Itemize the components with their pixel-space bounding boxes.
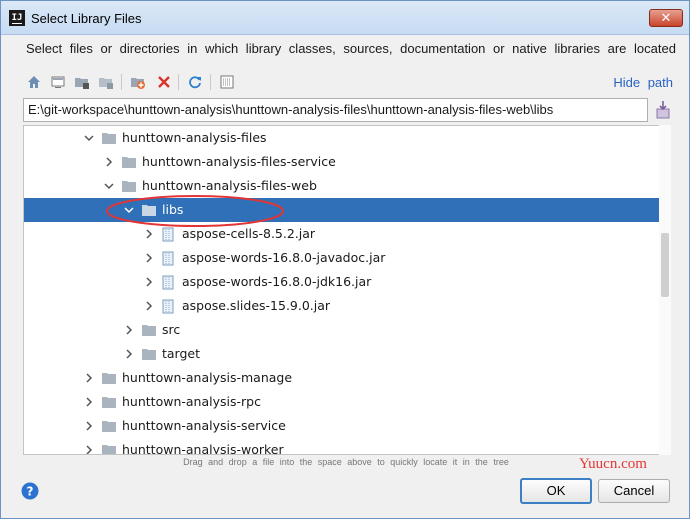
dialog-description: Select files or directories in which lib… bbox=[26, 41, 676, 56]
intellij-app-icon: IJ bbox=[9, 10, 25, 26]
tree-row-label: aspose-words-16.8.0-javadoc.jar bbox=[182, 250, 386, 265]
toolbar: Hide path bbox=[23, 71, 673, 95]
chevron-right-icon[interactable] bbox=[84, 372, 94, 384]
tree-row-jar[interactable]: aspose-words-16.8.0-javadoc.jar bbox=[24, 246, 670, 270]
dialog-window: IJ Select Library Files ✕ Select files o… bbox=[0, 0, 690, 519]
tree-row-label: hunttown-analysis-service bbox=[122, 418, 286, 433]
tree-scrollbar-thumb[interactable] bbox=[661, 233, 669, 297]
chevron-right-icon[interactable] bbox=[84, 396, 94, 408]
folder-icon bbox=[102, 397, 116, 408]
tree-row-jar[interactable]: aspose.slides-15.9.0.jar bbox=[24, 294, 670, 318]
tree-row-folder[interactable]: target bbox=[24, 342, 670, 366]
delete-icon[interactable] bbox=[155, 73, 173, 91]
chevron-right-icon[interactable] bbox=[104, 156, 114, 168]
chevron-right-icon[interactable] bbox=[124, 324, 134, 336]
jar-file-icon bbox=[162, 275, 174, 290]
chevron-right-icon[interactable] bbox=[144, 276, 154, 288]
annotation-ellipse bbox=[106, 195, 284, 227]
show-hidden-icon[interactable] bbox=[218, 73, 236, 91]
help-icon[interactable]: ? bbox=[21, 482, 39, 500]
tree-row-label: hunttown-analysis-files-service bbox=[142, 154, 336, 169]
refresh-icon[interactable] bbox=[186, 73, 204, 91]
tree-row-folder[interactable]: hunttown-analysis-rpc bbox=[24, 390, 670, 414]
tree-row-label: src bbox=[162, 322, 181, 337]
folder-icon bbox=[122, 181, 136, 192]
title-bar[interactable]: IJ Select Library Files ✕ bbox=[1, 1, 689, 35]
folder-icon bbox=[142, 325, 156, 336]
desktop-icon[interactable] bbox=[49, 73, 67, 91]
tree-row-folder[interactable]: src bbox=[24, 318, 670, 342]
chevron-right-icon[interactable] bbox=[144, 252, 154, 264]
folder-icon bbox=[122, 157, 136, 168]
ok-button[interactable]: OK bbox=[520, 478, 592, 504]
jar-file-icon bbox=[162, 299, 174, 314]
tree-row-folder[interactable]: hunttown-analysis-worker bbox=[24, 438, 670, 455]
chevron-right-icon[interactable] bbox=[84, 444, 94, 455]
help-glyph: ? bbox=[27, 485, 34, 499]
folder-icon bbox=[102, 421, 116, 432]
chevron-down-icon[interactable] bbox=[84, 132, 94, 144]
folder-icon bbox=[102, 445, 116, 454]
tree-row-label: target bbox=[162, 346, 201, 361]
folder-icon bbox=[102, 133, 116, 144]
file-tree[interactable]: hunttown-analysis-files hunttown-analysis… bbox=[23, 125, 671, 455]
tree-row-label: hunttown-analysis-rpc bbox=[122, 394, 261, 409]
chevron-right-icon[interactable] bbox=[144, 228, 154, 240]
hide-path-link[interactable]: Hide path bbox=[613, 75, 673, 90]
tree-row-label: aspose-words-16.8.0-jdk16.jar bbox=[182, 274, 372, 289]
chevron-right-icon[interactable] bbox=[124, 348, 134, 360]
tree-row-folder[interactable]: hunttown-analysis-files bbox=[24, 126, 670, 150]
jar-file-icon bbox=[162, 251, 174, 266]
module-icon[interactable] bbox=[97, 73, 115, 91]
new-folder-icon[interactable] bbox=[129, 73, 147, 91]
close-button[interactable]: ✕ bbox=[649, 9, 683, 27]
home-icon[interactable] bbox=[25, 73, 43, 91]
tree-row-jar[interactable]: aspose-words-16.8.0-jdk16.jar bbox=[24, 270, 670, 294]
path-input[interactable]: E:\git-workspace\hunttown-analysis\huntt… bbox=[23, 98, 648, 122]
tree-row-label: aspose.slides-15.9.0.jar bbox=[182, 298, 331, 313]
window-title: Select Library Files bbox=[31, 11, 142, 26]
tree-row-label: hunttown-analysis-files-web bbox=[142, 178, 317, 193]
tree-row-label: hunttown-analysis-manage bbox=[122, 370, 293, 385]
project-icon[interactable] bbox=[73, 73, 91, 91]
chevron-down-icon[interactable] bbox=[104, 180, 114, 192]
chevron-right-icon[interactable] bbox=[84, 420, 94, 432]
path-history-icon[interactable] bbox=[654, 100, 672, 120]
tree-row-folder[interactable]: hunttown-analysis-service bbox=[24, 414, 670, 438]
chevron-right-icon[interactable] bbox=[144, 300, 154, 312]
tree-row-label: aspose-cells-8.5.2.jar bbox=[182, 226, 316, 241]
folder-icon bbox=[142, 349, 156, 360]
tree-row-label: hunttown-analysis-worker bbox=[122, 442, 284, 455]
tree-row-folder[interactable]: hunttown-analysis-files-service bbox=[24, 150, 670, 174]
cancel-button[interactable]: Cancel bbox=[598, 479, 670, 503]
jar-file-icon bbox=[162, 227, 174, 242]
tree-row-folder[interactable]: hunttown-analysis-manage bbox=[24, 366, 670, 390]
tree-row-label: hunttown-analysis-files bbox=[122, 130, 267, 145]
watermark: Yuucn.com bbox=[579, 456, 647, 472]
folder-icon bbox=[102, 373, 116, 384]
